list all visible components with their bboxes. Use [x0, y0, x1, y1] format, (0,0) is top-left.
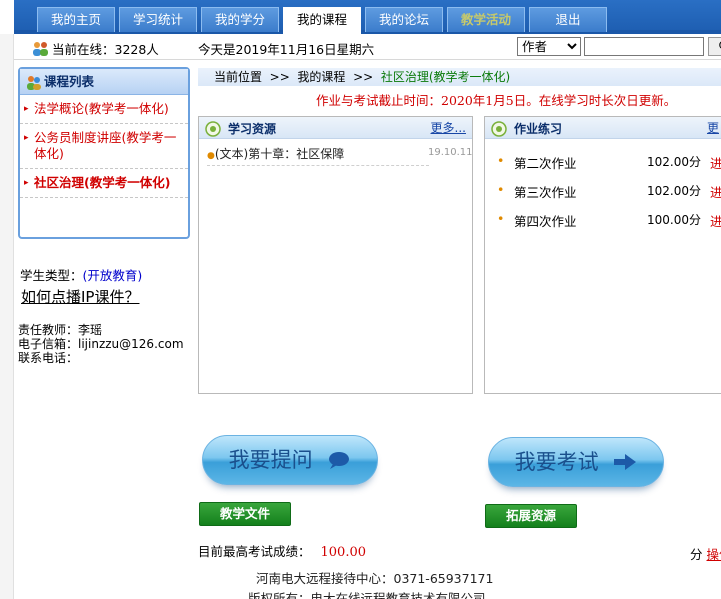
homework-header: 作业练习 更 — [485, 117, 721, 139]
arrow-right-icon — [613, 440, 637, 488]
homework-icon — [491, 121, 507, 137]
take-exam-label: 我要考试 — [514, 450, 599, 474]
breadcrumb-prefix: 当前位置 — [214, 70, 263, 84]
best-score-label: 目前最高考试成绩： — [198, 544, 311, 559]
tab-my-courses[interactable]: 我的课程 — [283, 7, 361, 34]
speech-bubble-icon — [327, 438, 351, 486]
learning-resources-panel: 学习资源 更多... ●(文本)第十章：社区保障 19.10.11 — [198, 116, 473, 394]
homework-enter-link[interactable]: 进 — [710, 211, 721, 230]
homework-enter-link[interactable]: 进 — [710, 182, 721, 201]
search-button[interactable]: Q — [708, 37, 721, 56]
resource-date: 19.10.11 — [428, 147, 473, 158]
breadcrumb-separator: >> — [353, 70, 374, 84]
teacher-info: 责任教师：李瑶 电子信箱：lijinzzu@126.com 联系电话： — [18, 323, 184, 365]
tab-teaching-activities[interactable]: 教学活动 — [447, 7, 525, 32]
phone-label: 联系电话： — [18, 351, 79, 365]
ask-question-button[interactable]: 我要提问 — [202, 435, 378, 485]
email-label: 电子信箱： — [18, 337, 79, 351]
breadcrumb-separator: >> — [269, 70, 290, 84]
teacher-name: 李瑶 — [78, 323, 103, 337]
teacher-label: 责任教师： — [18, 323, 79, 337]
footer-copyright: 版权所有：电大在线远程教育技术有限公司 — [248, 591, 486, 599]
take-exam-button[interactable]: 我要考试 — [488, 437, 664, 487]
course-list-panel: 课程列表 法学概论(教学考一体化) 公务员制度讲座(教学考一体化) 社区治理(教… — [18, 67, 190, 239]
tab-my-home[interactable]: 我的主页 — [37, 7, 115, 32]
bullet-icon: • — [497, 211, 505, 226]
tab-my-forum[interactable]: 我的论坛 — [365, 7, 443, 32]
tab-study-stats[interactable]: 学习统计 — [119, 7, 197, 32]
teacher-email: lijinzzu@126.com — [78, 337, 184, 351]
users-icon — [32, 41, 50, 57]
bullet-icon: • — [497, 182, 505, 197]
search-type-select[interactable]: 作者 — [517, 37, 581, 56]
ask-question-label: 我要提问 — [228, 448, 313, 472]
left-gutter — [0, 34, 14, 599]
best-exam-score: 目前最高考试成绩： 100.00 — [198, 541, 366, 560]
best-score-value: 100.00 — [320, 545, 367, 560]
course-item-law[interactable]: 法学概论(教学考一体化) — [20, 95, 188, 124]
homework-row: • 第四次作业 100.00分 进 — [497, 211, 721, 233]
teaching-documents-button[interactable]: 教学文件 — [199, 502, 291, 526]
course-list-header: 课程列表 — [20, 69, 188, 95]
bullet-icon: • — [497, 153, 505, 168]
search-input[interactable] — [584, 37, 704, 56]
resource-title: (文本)第十章：社区保障 — [214, 147, 345, 161]
resources-header: 学习资源 更多... — [199, 117, 472, 139]
divider — [207, 165, 429, 166]
score-unit: 分 — [690, 547, 703, 562]
breadcrumb: 当前位置 >> 我的课程 >> 社区治理(教学考一体化) — [198, 68, 721, 86]
online-count: 当前在线：3228人 — [32, 39, 159, 58]
course-list-title: 课程列表 — [44, 74, 95, 89]
score-right-info: 分 操作 — [690, 544, 721, 563]
resources-title: 学习资源 — [228, 122, 277, 136]
student-type-link[interactable]: (开放教育) — [83, 268, 143, 283]
resource-icon — [205, 121, 221, 137]
student-type: 学生类型：(开放教育) — [20, 265, 142, 284]
tab-my-credits[interactable]: 我的学分 — [201, 7, 279, 32]
homework-row: • 第二次作业 102.00分 进 — [497, 153, 721, 175]
homework-title: 作业练习 — [514, 122, 563, 136]
homework-score: 102.00分 — [647, 184, 701, 198]
homework-score: 100.00分 — [647, 213, 701, 227]
resource-item[interactable]: ●(文本)第十章：社区保障 — [207, 145, 344, 162]
people-icon — [26, 74, 42, 90]
homework-score: 102.00分 — [647, 155, 701, 169]
bullet-icon: ● — [207, 151, 215, 161]
course-item-community-governance[interactable]: 社区治理(教学考一体化) — [20, 169, 188, 198]
homework-enter-link[interactable]: 进 — [710, 153, 721, 172]
homework-name: 第三次作业 — [514, 185, 577, 200]
resources-more-link[interactable]: 更多... — [431, 119, 466, 136]
homework-panel: 作业练习 更 • 第二次作业 102.00分 进 • 第三次作业 102.00分… — [484, 116, 721, 394]
homework-name: 第二次作业 — [514, 156, 577, 171]
breadcrumb-my-courses[interactable]: 我的课程 — [297, 70, 345, 84]
top-navigation: 我的主页 学习统计 我的学分 我的课程 我的论坛 教学活动 退出 — [0, 0, 721, 34]
footer-contact: 河南电大远程接待中心：0371-65937171 — [256, 571, 494, 586]
tab-logout[interactable]: 退出 — [529, 7, 607, 32]
deadline-notice: 作业与考试截止时间：2020年1月5日。在线学习时长次日更新。 — [316, 93, 677, 108]
online-count-label: 当前在线：3228人 — [52, 42, 159, 57]
extended-resources-button[interactable]: 拓展资源 — [485, 504, 577, 528]
student-type-label: 学生类型： — [20, 268, 83, 283]
info-bar: 当前在线：3228人 今天是2019年11月16日星期六 作者 Q — [14, 34, 721, 60]
current-date: 今天是2019年11月16日星期六 — [198, 42, 375, 57]
homework-row: • 第三次作业 102.00分 进 — [497, 182, 721, 204]
homework-name: 第四次作业 — [514, 214, 577, 229]
ip-courseware-help-link[interactable]: 如何点播IP课件？ — [21, 286, 139, 307]
homework-more-link[interactable]: 更 — [707, 119, 719, 136]
course-item-civil-service[interactable]: 公务员制度讲座(教学考一体化) — [20, 124, 188, 169]
breadcrumb-current: 社区治理(教学考一体化) — [380, 70, 511, 84]
operation-link[interactable]: 操作 — [707, 547, 721, 562]
